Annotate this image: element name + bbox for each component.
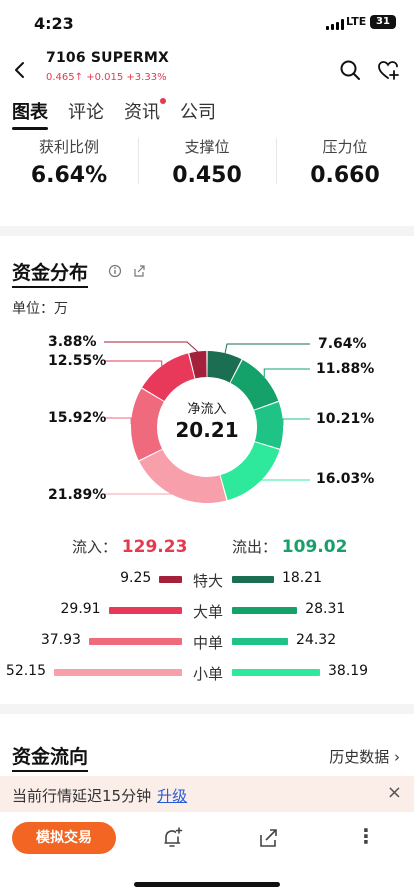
donut-slice [254,401,283,449]
pct-label: 3.88% [48,334,97,350]
search-icon[interactable] [338,58,362,82]
donut-slice [139,449,227,503]
unit-label: 单位：万 [12,301,68,317]
pct-label: 12.55% [48,353,107,369]
status-bar: 4:23 LTE 31 [0,0,414,46]
pct-label: 21.89% [48,487,107,503]
fund-dist-title: 资金分布 [12,258,89,288]
pct-label: 10.21% [316,411,375,427]
outflow-bar [232,607,298,614]
history-data-link[interactable]: 历史数据 › [329,746,400,767]
stock-change: +0.015 [86,72,124,83]
stock-title: 7106 SUPERMX [46,50,170,66]
inflow-bar [54,669,182,676]
leader-line [104,341,199,352]
inflow-bar [108,607,182,614]
inflow-bar [88,638,182,645]
outflow-bar [232,576,274,583]
net-inflow-value: 20.21 [175,418,239,442]
tab-company[interactable]: 公司 [180,98,216,128]
net-inflow-label: 净流入 [187,402,227,417]
donut-slice [220,442,280,501]
share-icon[interactable] [256,826,280,850]
stat-resistance: 压力位 0.660 [276,134,414,198]
pct-label: 16.03% [316,471,375,487]
fund-flow-title: 资金流向 [12,742,89,772]
delay-notice: 当前行情延迟15分钟 升级 × [0,776,414,812]
leader-line [104,493,177,497]
leader-line [104,417,132,425]
leader-line [282,418,310,426]
section-divider [0,226,414,236]
inflow-bar [159,576,182,583]
leader-line [263,368,310,378]
pct-label: 11.88% [316,361,375,377]
back-icon[interactable] [10,56,30,84]
network-label: LTE [346,15,367,28]
status-time: 4:23 [34,14,74,33]
stock-change-pct: +3.33% [126,72,167,83]
breakdown-row: 29.91 大单 28.31 [60,601,346,621]
home-indicator [134,882,280,887]
top-nav: 7106 SUPERMX 0.465↑ +0.015 +3.33% [0,46,414,94]
breakdown-row: 9.25 特大 18.21 [120,570,323,590]
add-favorite-icon[interactable] [376,58,400,82]
leader-line [104,360,163,366]
up-arrow-icon: ↑ [74,72,84,83]
share-icon[interactable] [132,264,146,278]
breakdown-row: 52.15 小单 38.19 [5,663,369,683]
bottom-bar: 模拟交易 ⋮ [0,812,414,896]
tab-bar: 图表 评论 资讯 公司 [12,98,216,130]
pct-label: 7.64% [318,336,367,352]
price-alert-icon[interactable] [160,826,184,850]
notice-text: 当前行情延迟15分钟 [12,787,152,805]
stock-price: 0.465 [46,72,75,83]
tab-chart[interactable]: 图表 [12,98,48,130]
stats-row: 获利比例 6.64% 支撑位 0.450 压力位 0.660 [0,134,414,198]
pct-label: 15.92% [48,410,107,426]
outflow-bar [232,638,289,645]
upgrade-link[interactable]: 升级 [157,787,187,805]
section-divider [0,704,414,714]
signal-icon [326,18,344,30]
outflow-bar [232,669,320,676]
stat-support: 支撑位 0.450 [138,134,276,198]
notification-dot [160,98,166,104]
leader-line [224,343,310,354]
tab-comments[interactable]: 评论 [68,98,104,128]
breakdown-row: 37.93 中单 24.32 [40,632,337,652]
tab-news[interactable]: 资讯 [124,98,166,128]
info-icon[interactable] [108,264,122,278]
more-icon[interactable]: ⋮ [356,824,376,848]
outflow-total: 流出： 109.02 [232,537,348,557]
inflow-total: 流入： 129.23 [72,537,188,557]
battery-icon: 31 [370,15,396,29]
simulate-trade-button[interactable]: 模拟交易 [12,822,116,854]
stock-quote: 0.465↑ +0.015 +3.33% [46,72,167,83]
close-icon[interactable]: × [387,782,402,803]
leader-line [259,479,310,482]
stat-profit-ratio: 获利比例 6.64% [30,138,108,188]
